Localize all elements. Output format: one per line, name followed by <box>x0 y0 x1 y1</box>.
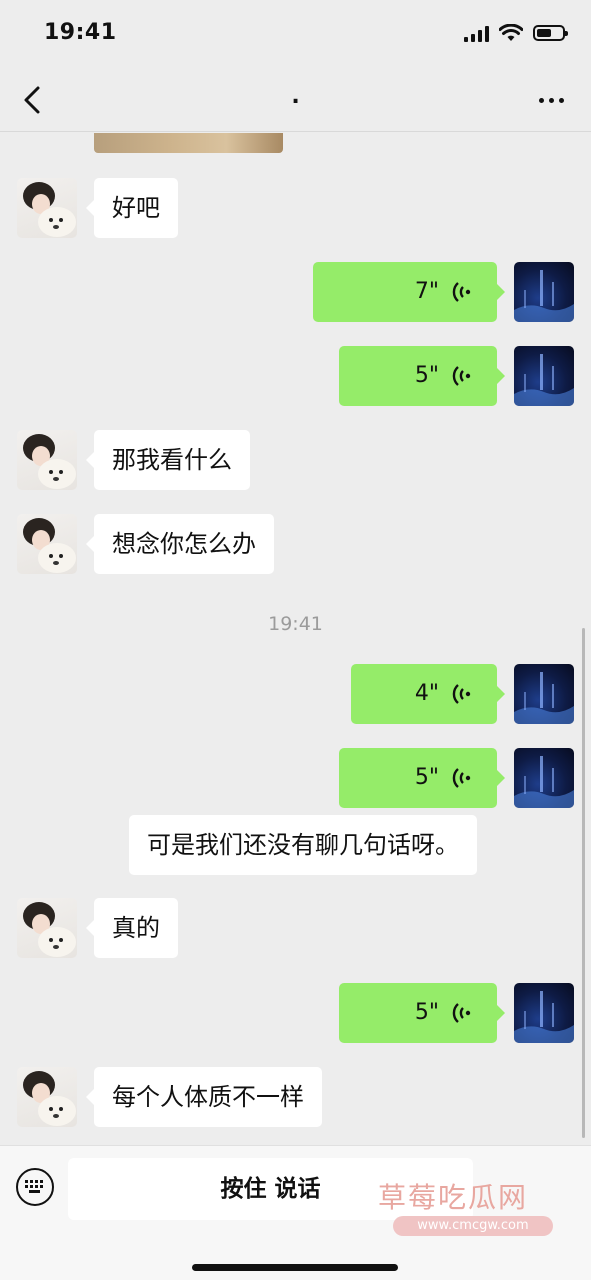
voice-message-bubble[interactable]: 5" <box>339 983 505 1043</box>
voice-wave-icon <box>452 684 471 704</box>
contact-avatar[interactable] <box>17 898 77 958</box>
contact-avatar[interactable] <box>17 178 77 238</box>
input-bar: 按住 说话 草莓吃瓜网 www.cmcgw.com <box>0 1145 591 1280</box>
keyboard-icon <box>25 1180 43 1193</box>
voice-duration: 5" <box>414 765 439 790</box>
voice-message-bubble[interactable]: 7" <box>313 262 505 322</box>
status-bar: 19:41 <box>0 0 591 68</box>
more-options-button[interactable] <box>533 88 569 112</box>
message-timestamp: 19:41 <box>268 613 323 635</box>
text-bubble[interactable]: 真的 <box>86 898 178 958</box>
text-bubble[interactable]: 想念你怎么办 <box>86 514 274 574</box>
voice-duration: 7" <box>414 279 439 304</box>
text-bubble[interactable]: 那我看什么 <box>86 430 250 490</box>
contact-avatar[interactable] <box>17 514 77 574</box>
voice-message-bubble[interactable]: 4" <box>351 664 505 724</box>
home-indicator[interactable] <box>192 1264 398 1271</box>
voice-transcript[interactable]: 可是我们还没有聊几句话呀。 <box>129 815 477 875</box>
wifi-icon <box>499 24 523 41</box>
status-time: 19:41 <box>44 20 117 45</box>
image-message-preview[interactable] <box>94 133 283 153</box>
keyboard-toggle-button[interactable] <box>16 1168 54 1206</box>
watermark-text: 草莓吃瓜网 <box>378 1181 529 1214</box>
voice-wave-icon <box>452 768 471 788</box>
message-list[interactable]: 好吧 7" 5" 那我看什么 想念你怎么办 19:41 4" 5" 可是我们还没… <box>0 133 591 1145</box>
voice-wave-icon <box>452 282 471 302</box>
voice-message-bubble[interactable]: 5" <box>339 748 505 808</box>
my-avatar[interactable] <box>514 983 574 1043</box>
voice-wave-icon <box>452 1003 471 1023</box>
my-avatar[interactable] <box>514 262 574 322</box>
status-icons <box>464 24 568 42</box>
cellular-signal-icon <box>464 25 489 42</box>
more-dots-icon <box>538 97 544 103</box>
contact-avatar[interactable] <box>17 430 77 490</box>
chat-title: . <box>291 84 300 109</box>
my-avatar[interactable] <box>514 664 574 724</box>
text-bubble[interactable]: 好吧 <box>86 178 178 238</box>
voice-duration: 5" <box>414 363 439 388</box>
voice-duration: 5" <box>414 1000 439 1025</box>
my-avatar[interactable] <box>514 748 574 808</box>
voice-duration: 4" <box>414 681 439 706</box>
watermark-url: www.cmcgw.com <box>393 1216 553 1236</box>
my-avatar[interactable] <box>514 346 574 406</box>
scrollbar[interactable] <box>582 628 585 1138</box>
battery-icon <box>533 25 568 41</box>
contact-avatar[interactable] <box>17 1067 77 1127</box>
text-bubble[interactable]: 每个人体质不一样 <box>86 1067 322 1127</box>
voice-wave-icon <box>452 366 471 386</box>
chat-header: . <box>0 68 591 132</box>
voice-message-bubble[interactable]: 5" <box>339 346 505 406</box>
